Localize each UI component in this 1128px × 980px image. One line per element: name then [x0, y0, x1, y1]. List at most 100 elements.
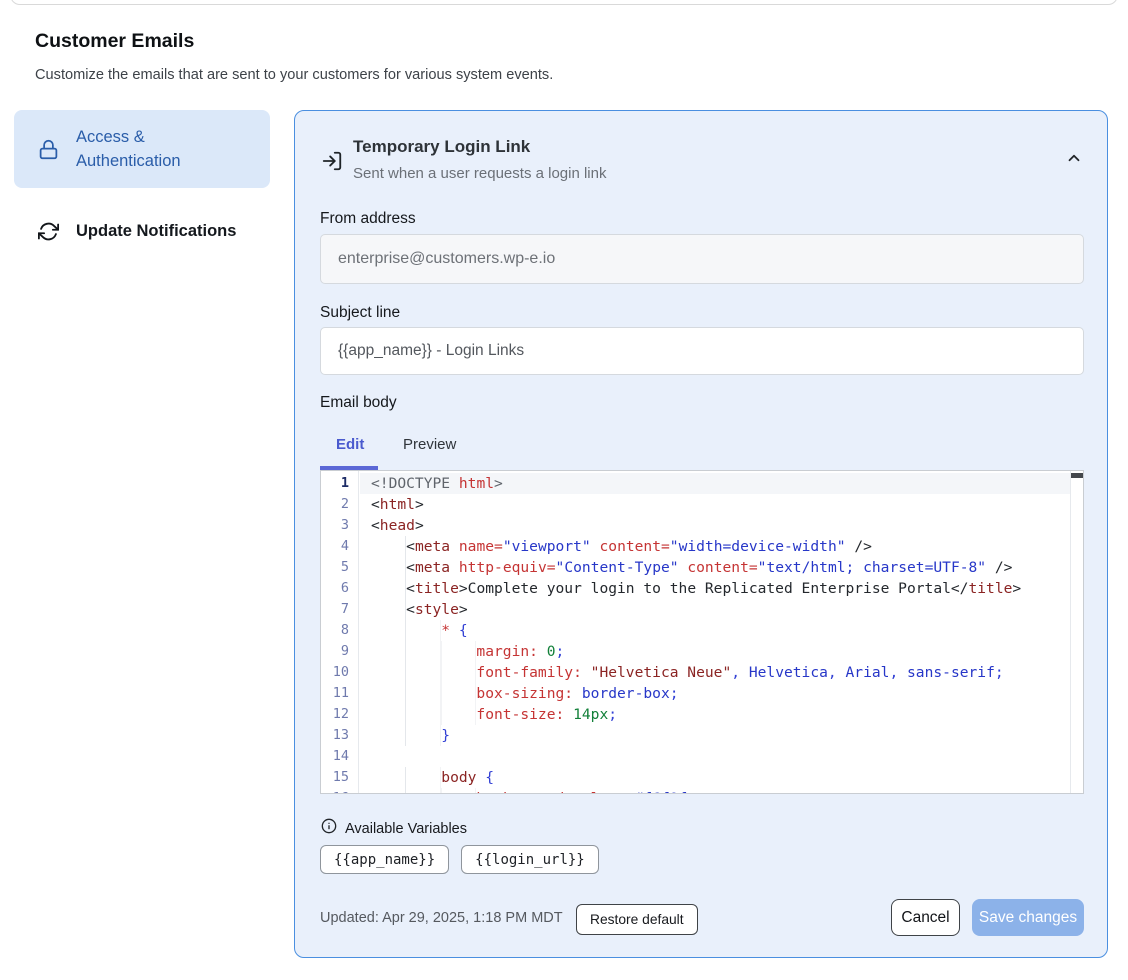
code-token: margin: [476, 643, 538, 660]
code-token: } [441, 727, 450, 744]
tab-edit[interactable]: Edit [336, 436, 364, 453]
code-token: ; [556, 643, 565, 660]
sidebar-item-label: Update Notifications [76, 222, 236, 241]
code-token [450, 538, 459, 555]
code-lines: <!DOCTYPE html><html><head><meta name="v… [360, 473, 1070, 794]
email-body-code-editor[interactable]: 12345678910111213141516 <!DOCTYPE html><… [320, 470, 1084, 794]
code-token: Helvetica [740, 664, 828, 681]
line-number: 2 [321, 494, 358, 515]
code-line[interactable]: margin: 0; [360, 641, 1070, 662]
card-title: Temporary Login Link [353, 137, 530, 157]
code-token: title [968, 580, 1012, 597]
code-token [538, 643, 547, 660]
indent-guides [371, 662, 476, 683]
code-line[interactable]: <meta http-equiv="Content-Type" content=… [360, 557, 1070, 578]
line-number: 8 [321, 620, 358, 641]
code-token: < [406, 538, 415, 555]
available-variables-row: Available Variables [321, 818, 467, 839]
indent-guides [371, 788, 476, 794]
page-subtitle: Customize the emails that are sent to yo… [35, 67, 553, 83]
code-token: ; [696, 790, 705, 794]
code-line[interactable] [360, 746, 1070, 767]
code-token: > [459, 601, 468, 618]
code-line[interactable]: <meta name="viewport" content="width=dev… [360, 536, 1070, 557]
code-token: ; [995, 664, 1004, 681]
code-token: < [371, 496, 380, 513]
code-line[interactable]: <style> [360, 599, 1070, 620]
code-token: name= [459, 538, 503, 555]
save-changes-button[interactable]: Save changes [972, 899, 1084, 936]
code-line[interactable]: font-size: 14px; [360, 704, 1070, 725]
code-line[interactable]: <title>Complete your login to the Replic… [360, 578, 1070, 599]
sidebar-item-update-notifications[interactable]: Update Notifications [14, 212, 270, 250]
temporary-login-link-card: Temporary Login Link Sent when a user re… [294, 110, 1108, 958]
indent-guides [371, 767, 441, 788]
line-number: 5 [321, 557, 358, 578]
code-token: title [415, 580, 459, 597]
line-number: 9 [321, 641, 358, 662]
indent-guides [371, 599, 406, 620]
code-token: border-box [582, 685, 670, 702]
cancel-button[interactable]: Cancel [891, 899, 960, 936]
code-token [582, 664, 591, 681]
log-in-icon [321, 150, 343, 177]
code-token: > [1012, 580, 1021, 597]
code-token: "viewport" [503, 538, 591, 555]
indent-guides [371, 725, 441, 746]
variable-chip[interactable]: {{app_name}} [320, 845, 449, 874]
code-token: sans-serif [898, 664, 995, 681]
code-token: font-size: [476, 706, 564, 723]
indent-guides [371, 578, 406, 599]
code-token: meta [415, 559, 450, 576]
subject-line-label: Subject line [320, 304, 400, 322]
code-token: head [380, 517, 415, 534]
line-number: 4 [321, 536, 358, 557]
code-token: "Helvetica Neue" [591, 664, 732, 681]
line-number: 6 [321, 578, 358, 599]
card-subtitle: Sent when a user requests a login link [353, 165, 606, 182]
code-token: /> [986, 559, 1012, 576]
code-token: >Complete your login to the Replicated E… [459, 580, 969, 597]
code-token: html [380, 496, 415, 513]
line-number: 3 [321, 515, 358, 536]
variable-chips: {{app_name}} {{login_url}} [320, 845, 599, 874]
code-token: < [406, 580, 415, 597]
code-line[interactable]: font-family: "Helvetica Neue", Helvetica… [360, 662, 1070, 683]
editor-scrollbar[interactable] [1070, 471, 1083, 793]
collapse-card-button[interactable] [1065, 149, 1083, 170]
code-token: box-sizing: [476, 685, 573, 702]
code-token: * [441, 622, 459, 639]
indent-guides [371, 557, 406, 578]
refresh-icon [38, 221, 59, 242]
code-token: ; [608, 706, 617, 723]
line-number: 7 [321, 599, 358, 620]
code-line[interactable]: <head> [360, 515, 1070, 536]
tab-preview[interactable]: Preview [403, 436, 456, 453]
code-line[interactable]: } [360, 725, 1070, 746]
line-number: 10 [321, 662, 358, 683]
code-token: "width=device-width" [670, 538, 846, 555]
code-line[interactable]: <!DOCTYPE html> [360, 473, 1070, 494]
code-token: < [406, 559, 415, 576]
variable-chip[interactable]: {{login_url}} [461, 845, 599, 874]
code-line[interactable]: body { [360, 767, 1070, 788]
code-line[interactable]: <html> [360, 494, 1070, 515]
code-line[interactable]: box-sizing: border-box; [360, 683, 1070, 704]
subject-line-input[interactable]: {{app_name}} - Login Links [320, 327, 1084, 375]
from-address-input[interactable]: enterprise@customers.wp-e.io [320, 234, 1084, 284]
code-token: > [415, 496, 424, 513]
code-token [626, 790, 635, 794]
restore-default-button[interactable]: Restore default [576, 904, 698, 935]
code-token: "text/html; charset=UTF-8" [758, 559, 986, 576]
editor-scrollbar-thumb[interactable] [1071, 473, 1083, 478]
code-line[interactable]: * { [360, 620, 1070, 641]
code-token: content= [600, 538, 670, 555]
updated-timestamp: Updated: Apr 29, 2025, 1:18 PM MDT [320, 910, 563, 926]
code-line[interactable]: background-color: #f6f9fc; [360, 788, 1070, 794]
code-token: < [406, 601, 415, 618]
line-number: 11 [321, 683, 358, 704]
sidebar-item-access-authentication[interactable]: Access & Authentication [14, 110, 270, 188]
code-token: ; [670, 685, 679, 702]
code-token: html [459, 475, 494, 492]
code-token: <!DOCTYPE [371, 475, 459, 492]
